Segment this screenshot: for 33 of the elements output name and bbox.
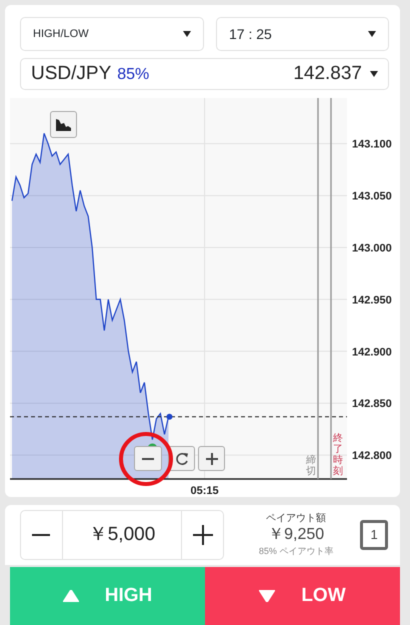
y-axis-label: 142.850 bbox=[352, 398, 392, 410]
caret-icon bbox=[370, 71, 378, 77]
plus-icon bbox=[206, 452, 218, 464]
positions-button[interactable]: 1 bbox=[360, 520, 388, 550]
asset-dropdown[interactable]: USD/JPY 85% 142.837 bbox=[20, 58, 389, 90]
caret-icon bbox=[368, 31, 376, 37]
y-axis-label: 143.000 bbox=[352, 242, 392, 254]
low-button[interactable]: LOW bbox=[205, 567, 400, 625]
area-chart-icon bbox=[56, 118, 71, 130]
trade-type-dropdown[interactable]: HIGH/LOW bbox=[20, 17, 204, 51]
y-axis-label: 142.900 bbox=[352, 346, 392, 358]
payout-amount: ￥9,250 bbox=[268, 525, 324, 546]
down-triangle-icon bbox=[259, 590, 276, 602]
payout-percentage: 85% bbox=[117, 64, 150, 85]
refresh-icon bbox=[174, 452, 188, 466]
asset-name: USD/JPY bbox=[31, 62, 112, 86]
y-axis-label: 143.100 bbox=[352, 138, 392, 151]
expiry-value: 17 : 25 bbox=[229, 24, 272, 44]
expiry-dropdown[interactable]: 17 : 25 bbox=[216, 17, 389, 51]
chart-type-button[interactable] bbox=[50, 111, 77, 138]
trade-type-value: HIGH/LOW bbox=[33, 26, 89, 42]
y-axis-label: 142.800 bbox=[352, 450, 392, 462]
y-axis-label: 143.050 bbox=[352, 190, 392, 203]
caret-icon bbox=[183, 31, 191, 37]
deadline-label: 締切 bbox=[306, 455, 316, 477]
payout-rate: 85% ペイアウト率 bbox=[258, 546, 334, 557]
up-triangle-icon bbox=[62, 590, 79, 602]
x-axis-label: 05:15 bbox=[190, 485, 219, 497]
current-price: 142.837 bbox=[293, 62, 362, 86]
end-time-label: 終了時刻 bbox=[333, 433, 343, 477]
zoom-in-button[interactable] bbox=[198, 446, 225, 471]
payout-label: ペイアウト額 bbox=[266, 513, 326, 526]
y-axis-label: 142.950 bbox=[352, 294, 392, 306]
